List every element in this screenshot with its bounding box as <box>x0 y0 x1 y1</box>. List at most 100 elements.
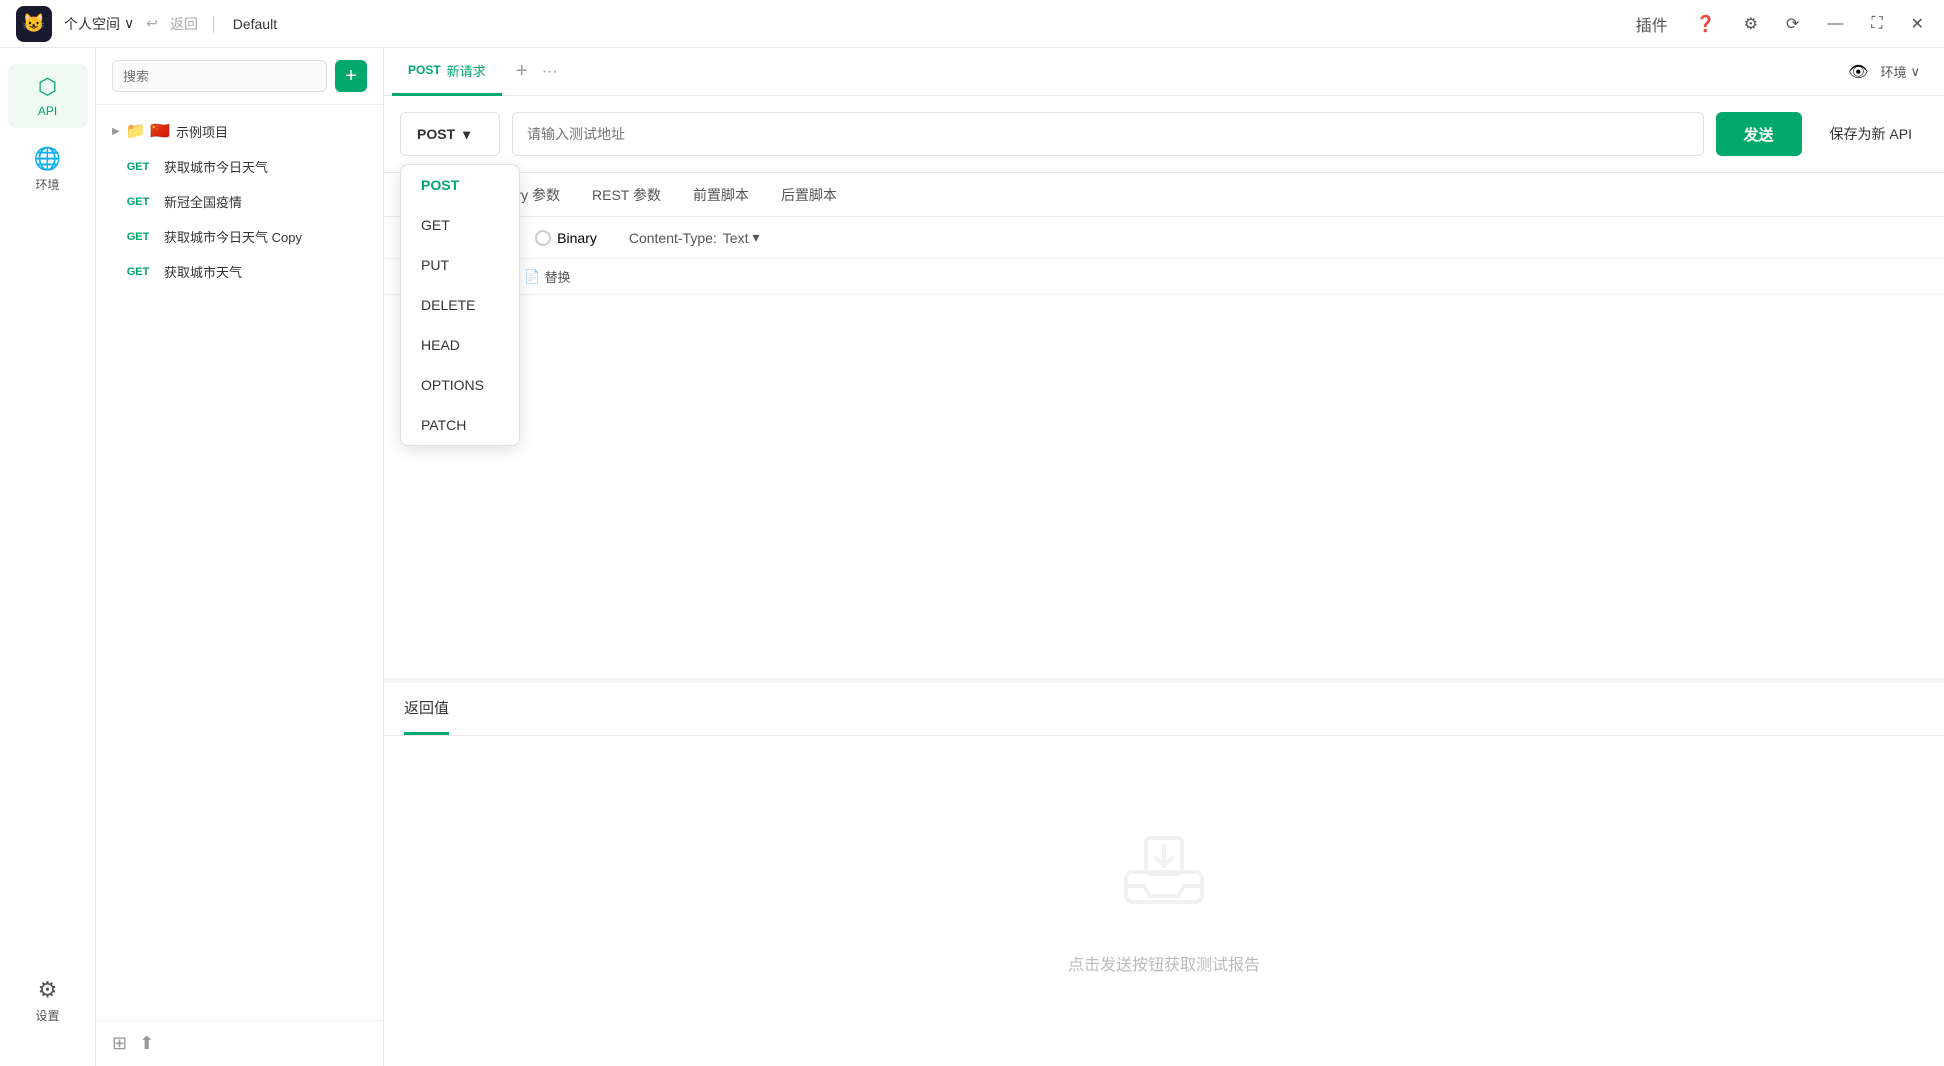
method-arrow-icon: ▾ <box>463 126 470 143</box>
sub-tab-rest[interactable]: REST 参数 <box>576 173 677 217</box>
dropdown-option-delete[interactable]: DELETE <box>401 285 519 325</box>
folder-label: 示例项目 <box>176 122 228 141</box>
api-name: 获取城市天气 <box>164 262 242 281</box>
sidebar-label-env: 环境 <box>35 176 59 193</box>
chevron-down-icon: ∨ <box>1910 64 1920 80</box>
return-header-bar: 返回值 <box>384 683 1944 736</box>
upload-icon[interactable]: ⬆ <box>139 1033 154 1054</box>
nav-back-label: 返回 <box>170 14 198 34</box>
icon-sidebar: ⬡ API 🌐 环境 ⚙ 设置 <box>0 48 96 1066</box>
api-icon: ⬡ <box>38 74 57 100</box>
settings-icon[interactable]: ⚙ <box>1740 10 1762 38</box>
request-area: POST ▾ POST GET PUT DELETE HEAD OPTIONS … <box>384 96 1944 173</box>
replace-action[interactable]: 📄 替换 <box>524 267 570 286</box>
api-item-weather-copy[interactable]: GET 获取城市今日天气 Copy <box>96 219 383 254</box>
file-panel: + ▶ 📁 🇨🇳 示例项目 GET 获取城市今日天气 GET 新冠全国疫情 GE… <box>96 48 384 1066</box>
return-tab[interactable]: 返回值 <box>404 683 449 735</box>
sub-tab-post-script[interactable]: 后置脚本 <box>765 173 853 217</box>
refresh-icon[interactable]: ⟳ <box>1782 10 1803 38</box>
url-input[interactable] <box>512 112 1704 156</box>
env-icon: 🌐 <box>34 146 61 172</box>
method-badge-get: GET <box>120 229 156 245</box>
env-selector[interactable]: 环境 ∨ <box>1880 62 1920 81</box>
nav-project: Default <box>233 16 277 32</box>
content-type-selector: Content-Type: Text ▾ <box>629 229 760 246</box>
dropdown-option-head[interactable]: HEAD <box>401 325 519 365</box>
content-type-value: Text <box>723 230 749 246</box>
sidebar-item-api[interactable]: ⬡ API <box>8 64 88 128</box>
tab-more-button[interactable]: ··· <box>542 63 558 81</box>
sidebar-item-env[interactable]: 🌐 环境 <box>8 136 88 203</box>
dropdown-option-get[interactable]: GET <box>401 205 519 245</box>
tabs-bar: POST 新请求 + ··· 👁 环境 ∨ <box>384 48 1944 96</box>
dropdown-option-options[interactable]: OPTIONS <box>401 365 519 405</box>
api-item-weather-today[interactable]: GET 获取城市今日天气 <box>96 149 383 184</box>
content-type-arrow-icon: ▾ <box>752 229 759 246</box>
file-panel-body: ▶ 📁 🇨🇳 示例项目 GET 获取城市今日天气 GET 新冠全国疫情 GET … <box>96 105 383 1020</box>
chevron-right-icon: ▶ <box>112 126 120 137</box>
method-dropdown-menu: POST GET PUT DELETE HEAD OPTIONS PATCH <box>400 164 520 446</box>
tab-method-label: POST <box>408 63 441 77</box>
dropdown-option-put[interactable]: PUT <box>401 245 519 285</box>
method-label: POST <box>417 126 455 142</box>
tab-post-new[interactable]: POST 新请求 <box>392 48 502 96</box>
empty-text: 点击发送按钮获取测试报告 <box>1068 951 1260 975</box>
titlebar: 😺 个人空间 ∨ ↩ 返回 │ Default 插件 ❓ ⚙ ⟳ — ⛶ ✕ <box>0 0 1944 48</box>
add-button[interactable]: + <box>335 60 367 92</box>
file-panel-bottom: ⊞ ⬆ <box>96 1020 383 1066</box>
main-layout: ⬡ API 🌐 环境 ⚙ 设置 + ▶ 📁 🇨🇳 示例项目 GE <box>0 48 1944 1066</box>
env-label: 环境 <box>1880 62 1906 81</box>
method-badge-get: GET <box>120 159 156 175</box>
method-selector: POST ▾ POST GET PUT DELETE HEAD OPTIONS … <box>400 112 500 156</box>
folder-flag-icon: 📁 🇨🇳 <box>126 121 170 141</box>
return-section: 返回值 点击发送按钮获取测试报告 <box>384 683 1944 1066</box>
api-name: 获取城市今日天气 Copy <box>164 227 302 246</box>
content-type-label: Content-Type: <box>629 230 717 246</box>
method-dropdown-button[interactable]: POST ▾ <box>400 112 500 156</box>
help-icon[interactable]: ❓ <box>1692 10 1720 38</box>
file-panel-header: + <box>96 48 383 105</box>
return-empty-state: 点击发送按钮获取测试报告 <box>384 736 1944 1066</box>
nav-space[interactable]: 个人空间 ∨ <box>64 14 134 34</box>
send-button[interactable]: 发送 <box>1716 112 1802 156</box>
minimize-icon[interactable]: — <box>1823 11 1847 37</box>
close-icon[interactable]: ✕ <box>1907 10 1928 38</box>
titlebar-actions: 插件 ❓ ⚙ ⟳ — ⛶ ✕ <box>1632 8 1928 40</box>
method-badge-get: GET <box>120 264 156 280</box>
content-type-value-selector[interactable]: Text ▾ <box>723 229 760 246</box>
tab-add-button[interactable]: + <box>506 56 538 88</box>
dropdown-option-patch[interactable]: PATCH <box>401 405 519 445</box>
sub-tabs: 请求体 Query 参数 REST 参数 前置脚本 后置脚本 <box>384 173 1944 217</box>
editor-area[interactable] <box>384 295 1944 679</box>
replace-icon: 📄 <box>524 269 540 285</box>
plugins-button[interactable]: 插件 <box>1632 8 1672 40</box>
api-name: 新冠全国疫情 <box>164 192 242 211</box>
folder-item-examples[interactable]: ▶ 📁 🇨🇳 示例项目 <box>96 113 383 149</box>
sidebar-label-api: API <box>38 104 57 118</box>
sub-tab-pre-script[interactable]: 前置脚本 <box>677 173 765 217</box>
grid-icon[interactable]: ⊞ <box>112 1033 127 1054</box>
nav-breadcrumb: 个人空间 ∨ ↩ 返回 │ Default <box>64 14 277 34</box>
editor-toolbar: 📋 复制 🔍 搜索 📄 替换 <box>384 259 1944 295</box>
radio-dot-binary <box>535 230 551 246</box>
maximize-icon[interactable]: ⛶ <box>1867 11 1886 37</box>
api-item-covid[interactable]: GET 新冠全国疫情 <box>96 184 383 219</box>
radio-binary-label: Binary <box>557 230 597 246</box>
api-name: 获取城市今日天气 <box>164 157 268 176</box>
app-logo: 😺 <box>16 6 52 42</box>
body-options: none Raw Binary Content-Type: Text ▾ <box>384 217 1944 259</box>
gear-icon: ⚙ <box>38 977 58 1003</box>
main-content: POST 新请求 + ··· 👁 环境 ∨ POST ▾ <box>384 48 1944 1066</box>
save-api-button[interactable]: 保存为新 API <box>1814 112 1928 156</box>
radio-binary[interactable]: Binary <box>535 230 597 246</box>
replace-label: 替换 <box>545 267 571 286</box>
sidebar-label-settings: 设置 <box>35 1007 59 1024</box>
url-bar: POST ▾ POST GET PUT DELETE HEAD OPTIONS … <box>400 112 1928 156</box>
tabs-right: 👁 环境 ∨ <box>1848 62 1936 82</box>
sidebar-item-settings[interactable]: ⚙ 设置 <box>8 967 88 1034</box>
tab-name: 新请求 <box>447 61 486 80</box>
dropdown-option-post[interactable]: POST <box>401 165 519 205</box>
method-badge-get: GET <box>120 194 156 210</box>
search-input[interactable] <box>112 60 327 92</box>
api-item-weather-city[interactable]: GET 获取城市天气 <box>96 254 383 289</box>
